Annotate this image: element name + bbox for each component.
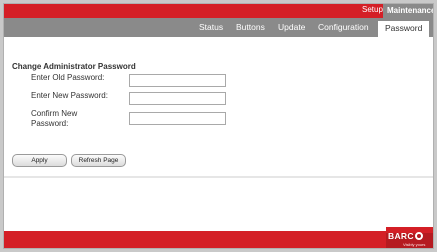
old-password-field[interactable] bbox=[129, 74, 226, 87]
confirm-password-field[interactable] bbox=[129, 112, 226, 125]
tab-configuration[interactable]: Configuration bbox=[318, 22, 369, 32]
new-password-label: Enter New Password: bbox=[31, 91, 108, 100]
confirm-password-label-line2: Password: bbox=[31, 119, 69, 128]
barco-logo: BARC bbox=[388, 231, 423, 241]
tab-buttons[interactable]: Buttons bbox=[236, 22, 265, 32]
tab-password[interactable]: Password bbox=[378, 21, 430, 37]
tab-update[interactable]: Update bbox=[278, 22, 305, 32]
new-password-field[interactable] bbox=[129, 92, 226, 105]
logo-o-icon bbox=[414, 232, 423, 240]
separator bbox=[4, 176, 433, 178]
footer-red-bar bbox=[4, 231, 433, 248]
setup-link[interactable]: Setup bbox=[362, 5, 383, 14]
app-frame: Setup Maintenance Status Buttons Update … bbox=[3, 3, 434, 249]
refresh-page-button[interactable]: Refresh Page bbox=[71, 154, 126, 167]
apply-button[interactable]: Apply bbox=[12, 154, 67, 167]
logo-tagline: Visibly yours bbox=[403, 242, 426, 247]
tab-status[interactable]: Status bbox=[199, 22, 223, 32]
maintenance-link[interactable]: Maintenance bbox=[383, 4, 433, 18]
old-password-label: Enter Old Password: bbox=[31, 73, 105, 82]
confirm-password-label-line1: Confirm New bbox=[31, 109, 78, 118]
logo-text: BARC bbox=[388, 231, 414, 241]
tab-bar: Status Buttons Update Configuration Pass… bbox=[4, 18, 433, 37]
form-title: Change Administrator Password bbox=[12, 62, 136, 71]
